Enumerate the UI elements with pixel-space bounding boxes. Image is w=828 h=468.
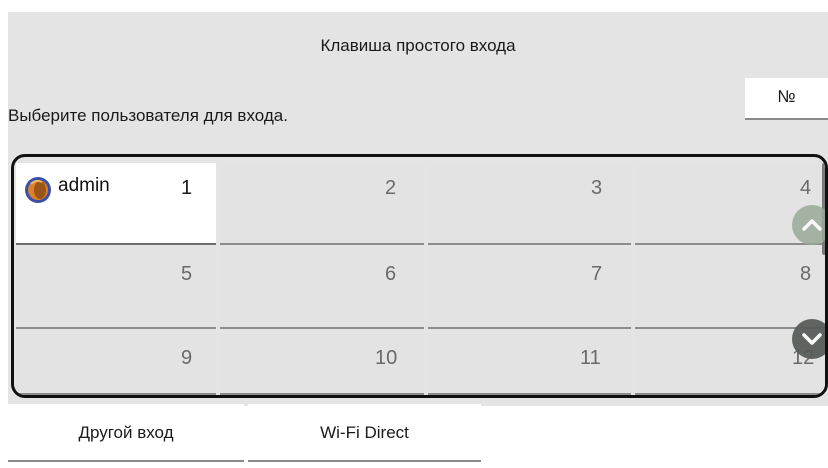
cell-number: 6 — [385, 263, 397, 285]
user-cell-10[interactable]: 10 — [220, 333, 424, 395]
login-screen: Клавиша простого входа Выберите пользова… — [0, 0, 828, 468]
cell-number: 10 — [375, 347, 398, 369]
cell-number: 11 — [580, 347, 601, 369]
cell-number: 4 — [800, 177, 812, 199]
user-cell-6[interactable]: 6 — [220, 249, 424, 329]
user-cell-11[interactable]: 11 — [428, 333, 631, 395]
cell-number: 3 — [591, 177, 603, 199]
user-cell-1[interactable]: admin 1 — [16, 163, 216, 245]
user-cell-7[interactable]: 7 — [428, 249, 631, 329]
instruction-text: Выберите пользователя для входа. — [8, 106, 288, 125]
number-button[interactable]: № — [745, 78, 828, 120]
cell-number: 1 — [181, 177, 193, 199]
chevron-down-icon — [802, 333, 822, 345]
cell-number: 8 — [800, 263, 812, 285]
user-name-label: admin — [58, 175, 110, 196]
user-grid: admin 1 2 3 4 5 6 7 8 9 10 11 12 — [11, 154, 828, 398]
cell-number: 9 — [181, 347, 193, 369]
user-cell-2[interactable]: 2 — [220, 163, 424, 245]
cell-number: 2 — [385, 177, 397, 199]
cell-number: 5 — [181, 263, 193, 285]
user-cell-8[interactable]: 8 — [635, 249, 825, 329]
page-title: Клавиша простого входа — [320, 36, 516, 55]
user-avatar-icon — [25, 177, 51, 203]
other-login-button[interactable]: Другой вход — [8, 404, 244, 462]
wifi-direct-button[interactable]: Wi-Fi Direct — [248, 404, 481, 462]
user-cell-9[interactable]: 9 — [16, 333, 216, 395]
scroll-down-button[interactable] — [792, 319, 825, 359]
cell-number: 7 — [591, 263, 603, 285]
chevron-up-icon — [802, 219, 822, 231]
scroll-up-button[interactable] — [792, 205, 825, 245]
user-cell-3[interactable]: 3 — [428, 163, 631, 245]
user-cell-5[interactable]: 5 — [16, 249, 216, 329]
